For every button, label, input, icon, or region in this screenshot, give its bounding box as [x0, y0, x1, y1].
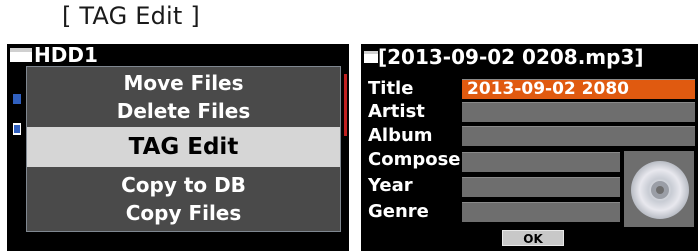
artist-field[interactable]	[462, 102, 695, 122]
title-label: Title	[368, 78, 414, 99]
menu-item-copy-to-db[interactable]: Copy to DB	[27, 171, 340, 199]
tag-editor-title: [2013-09-02 0208.mp3]	[378, 45, 644, 69]
menu-item-move-files[interactable]: Move Files	[27, 69, 340, 97]
title-field[interactable]: 2013-09-02 2080	[462, 79, 695, 99]
cd-disc-icon	[624, 151, 694, 227]
folder-icon	[364, 51, 378, 63]
composer-field[interactable]	[462, 152, 620, 172]
menu-item-tag-edit[interactable]: TAG Edit	[27, 127, 340, 167]
genre-field[interactable]	[462, 202, 620, 222]
tag-editor-header: [2013-09-02 0208.mp3]	[361, 44, 698, 70]
panel-header: HDD1	[7, 44, 349, 66]
album-field[interactable]	[462, 126, 695, 146]
year-field[interactable]	[462, 177, 620, 197]
file-icon	[13, 123, 21, 135]
genre-label: Genre	[368, 201, 429, 222]
music-icon	[13, 94, 21, 104]
composer-label: Composer	[368, 149, 470, 170]
context-menu: Move Files Delete Files TAG Edit Copy to…	[26, 66, 341, 232]
folder-icon	[10, 48, 32, 62]
menu-item-copy-files[interactable]: Copy Files	[27, 199, 340, 227]
scrollbar[interactable]	[344, 74, 347, 136]
artist-label: Artist	[368, 101, 425, 122]
file-browser-panel: HDD1 Move Files Delete Files TAG Edit Co…	[7, 44, 349, 251]
panel-title: HDD1	[34, 44, 98, 67]
tag-editor-panel: [2013-09-02 0208.mp3] Title 2013-09-02 2…	[361, 44, 698, 251]
year-label: Year	[368, 175, 413, 196]
ok-button[interactable]: OK	[502, 230, 564, 246]
page-caption: [ TAG Edit ]	[62, 2, 200, 30]
album-label: Album	[368, 125, 433, 146]
menu-item-delete-files[interactable]: Delete Files	[27, 97, 340, 125]
